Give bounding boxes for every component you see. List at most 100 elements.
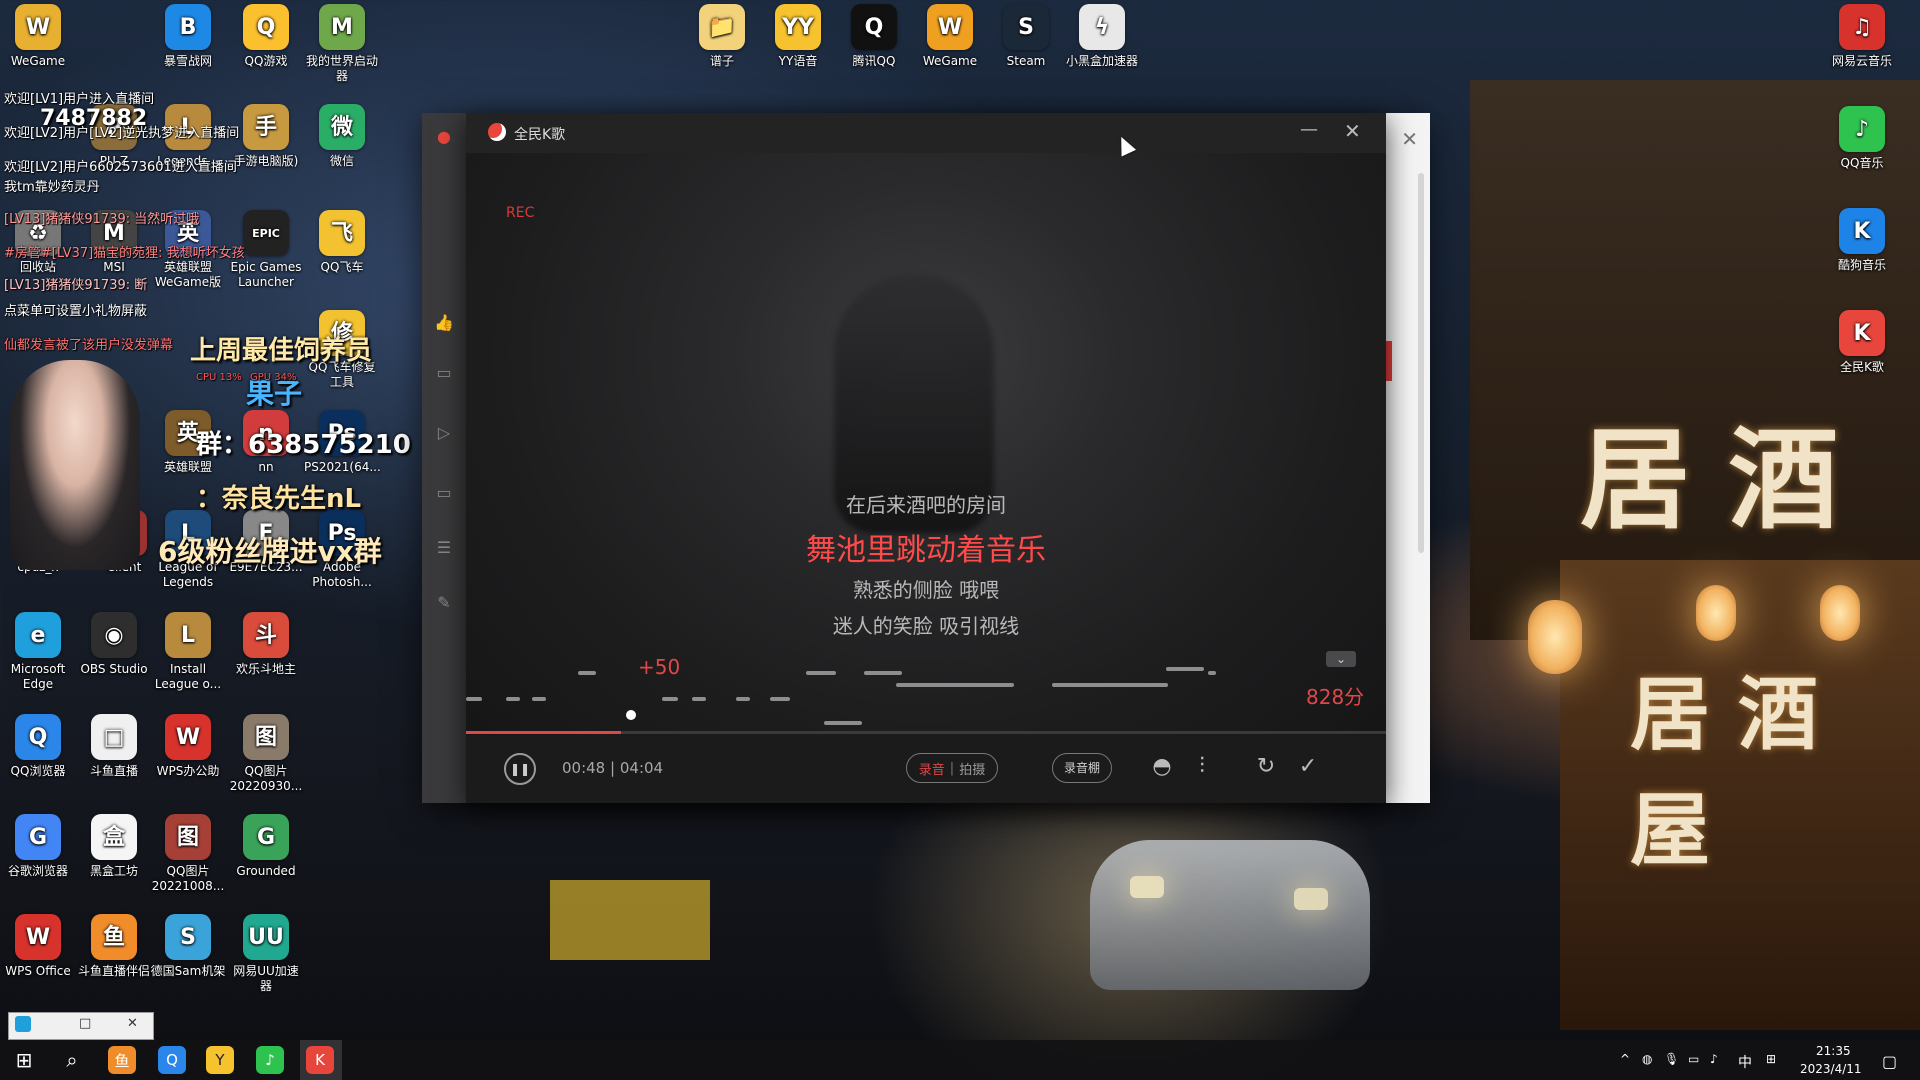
desktop-icon[interactable]: B 暴雪战网 (150, 4, 226, 69)
app-icon: 盒 (91, 814, 137, 860)
qq-music-taskbar-icon[interactable]: ♪ (256, 1046, 284, 1074)
app-icon: K (1839, 208, 1885, 254)
app-icon: W (15, 4, 61, 50)
voice-effect-icon[interactable]: ◓ (1146, 751, 1178, 783)
desktop-icon[interactable]: 飞 QQ飞车 (304, 210, 380, 275)
desktop-icon[interactable]: 📁 谱子 (684, 4, 760, 69)
pitch-note (506, 697, 520, 701)
screen-icon[interactable]: ▭ (434, 483, 454, 503)
icon-label: WeGame (10, 54, 66, 68)
qq-browser-taskbar-icon[interactable]: Q (158, 1046, 186, 1074)
monitor-icon[interactable]: ▭ (1688, 1052, 1699, 1066)
app-logo-icon: ● (437, 127, 451, 146)
icon-label: 英雄联盟 (163, 460, 212, 474)
icon-label: 我的世界启动器 (305, 54, 378, 83)
finish-check-icon[interactable]: ✓ (1292, 751, 1324, 783)
icon-label: 斗鱼直播 (89, 764, 138, 778)
desktop-icon[interactable]: ϟ 小黑盒加速器 (1064, 4, 1140, 69)
minimized-window[interactable]: □ ✕ (8, 1012, 154, 1040)
cpu-usage: CPU 13% (196, 372, 242, 383)
desktop-icon[interactable]: 微微信 (304, 104, 380, 169)
minimize-button[interactable]: — (1300, 119, 1318, 140)
desktop-icon[interactable]: e Microsoft Edge (0, 612, 76, 692)
desktop-icon[interactable]: K 全民K歌 (1824, 310, 1900, 375)
mode-separator: | (949, 760, 955, 776)
app-icon: Q (243, 4, 289, 50)
record-mode-toggle[interactable]: 录音 | 拍摄 (906, 753, 998, 783)
start-button[interactable]: ⊞ (10, 1046, 38, 1074)
list-icon[interactable]: ☰ (434, 538, 454, 558)
progress-bar[interactable] (466, 731, 1386, 734)
app-icon: □ (91, 714, 137, 760)
desktop-icon[interactable]: S Steam (988, 4, 1064, 69)
clock-time[interactable]: 21:35 (1816, 1044, 1851, 1058)
desktop-icon[interactable]: UU 网易UU加速器 (228, 914, 304, 994)
desktop-icon[interactable]: G 谷歌浏览器 (0, 814, 76, 879)
notification-icon[interactable]: ▢ (1882, 1052, 1897, 1071)
clock-date[interactable]: 2023/4/11 (1800, 1062, 1862, 1076)
desktop-icon[interactable]: W WPS办公助 (150, 714, 226, 779)
desktop-icon[interactable]: Q QQ游戏 (228, 4, 304, 69)
ime-grid-icon[interactable]: ⊞ (1766, 1052, 1776, 1066)
desktop-icon[interactable]: G Grounded (228, 814, 304, 879)
background-window-close-button[interactable]: ✕ (1401, 127, 1418, 151)
restart-icon[interactable]: ↻ (1250, 751, 1282, 783)
mic-icon[interactable]: 🎙 (1664, 1052, 1679, 1066)
app-icon: K (1839, 310, 1885, 356)
desktop-icon[interactable]: 斗欢乐斗地主 (228, 612, 304, 677)
volume-icon[interactable]: ♪ (1710, 1052, 1718, 1066)
pause-button[interactable]: ❚❚ (504, 753, 536, 785)
desktop-icon[interactable]: 鱼斗鱼直播伴侣 (76, 914, 152, 979)
comment-icon[interactable]: ▭ (434, 363, 454, 383)
desktop-icon[interactable]: YY YY语音 (760, 4, 836, 69)
karaoke-titlebar[interactable]: 全民K歌 — ✕ (466, 113, 1386, 153)
background-window-scrollbar[interactable] (1418, 173, 1424, 553)
desktop-icon[interactable]: W WeGame (912, 4, 988, 69)
collapse-pitch-button[interactable]: ⌄ (1326, 651, 1356, 667)
score: 828分 (1306, 685, 1365, 709)
desktop-icon[interactable]: S 德国Sam机架 (150, 914, 226, 979)
network-icon[interactable]: ◍ (1642, 1052, 1652, 1066)
mode-video-option[interactable]: 拍摄 (959, 759, 985, 778)
equalizer-icon[interactable]: ⫶ (1186, 751, 1218, 783)
play-icon[interactable]: ▷ (434, 423, 454, 443)
app-icon: 斗 (243, 612, 289, 658)
ime-indicator[interactable]: 中 (1738, 1052, 1752, 1072)
desktop-icon[interactable]: W WPS Office (0, 914, 76, 979)
lantern-right (1820, 585, 1860, 641)
desktop-icon[interactable]: ♪ QQ音乐 (1824, 106, 1900, 171)
desktop-icon[interactable]: □ 斗鱼直播 (76, 714, 152, 779)
chat-line: 欢迎[LV2]用户6602573601进入直播间 (4, 160, 237, 175)
search-icon[interactable]: ⌕ (58, 1046, 86, 1074)
icon-label: nn (258, 460, 274, 474)
thumb-icon[interactable]: 👍 (434, 313, 454, 333)
desktop-icon[interactable]: W WeGame (0, 4, 76, 69)
desktop-icon[interactable]: ◉ OBS Studio (76, 612, 152, 677)
tray-expand-icon[interactable]: ^ (1620, 1052, 1630, 1066)
app-icon: 鱼 (91, 914, 137, 960)
desktop-icon[interactable]: L Install League o... (150, 612, 226, 692)
car-headlight-left (1130, 876, 1164, 898)
pitch-cursor (626, 710, 636, 720)
yy-taskbar-icon[interactable]: Y (206, 1046, 234, 1074)
icon-label: 英雄联盟 WeGame版 (154, 260, 222, 289)
desktop-icon[interactable]: K 酷狗音乐 (1824, 208, 1900, 273)
desktop-icon[interactable]: M 我的世界启动器 (304, 4, 380, 84)
close-button[interactable]: ✕ (1344, 119, 1361, 143)
pitch-note (1052, 683, 1168, 687)
studio-button[interactable]: 录音棚 (1052, 753, 1112, 783)
douyu-taskbar-icon[interactable]: 鱼 (108, 1046, 136, 1074)
desktop-icon[interactable]: 图 QQ图片 20221008... (150, 814, 226, 894)
desktop-icon[interactable]: 盒黑盒工坊 (76, 814, 152, 879)
close-button[interactable]: ✕ (127, 1016, 138, 1031)
karaoke-taskbar-icon[interactable]: K (306, 1046, 334, 1074)
restore-button[interactable]: □ (79, 1016, 91, 1031)
desktop-icon[interactable]: ♫ 网易云音乐 (1824, 4, 1900, 69)
brush-icon[interactable]: ✎ (434, 593, 454, 613)
desktop-icon[interactable]: Q 腾讯QQ (836, 4, 912, 69)
desktop-icon[interactable]: 手手游电脑版) (228, 104, 304, 169)
desktop-icon[interactable]: 图 QQ图片 20220930... (228, 714, 304, 794)
desktop-icon[interactable]: Q QQ浏览器 (0, 714, 76, 779)
pitch-note (662, 697, 678, 701)
mode-audio-option[interactable]: 录音 (919, 759, 945, 778)
